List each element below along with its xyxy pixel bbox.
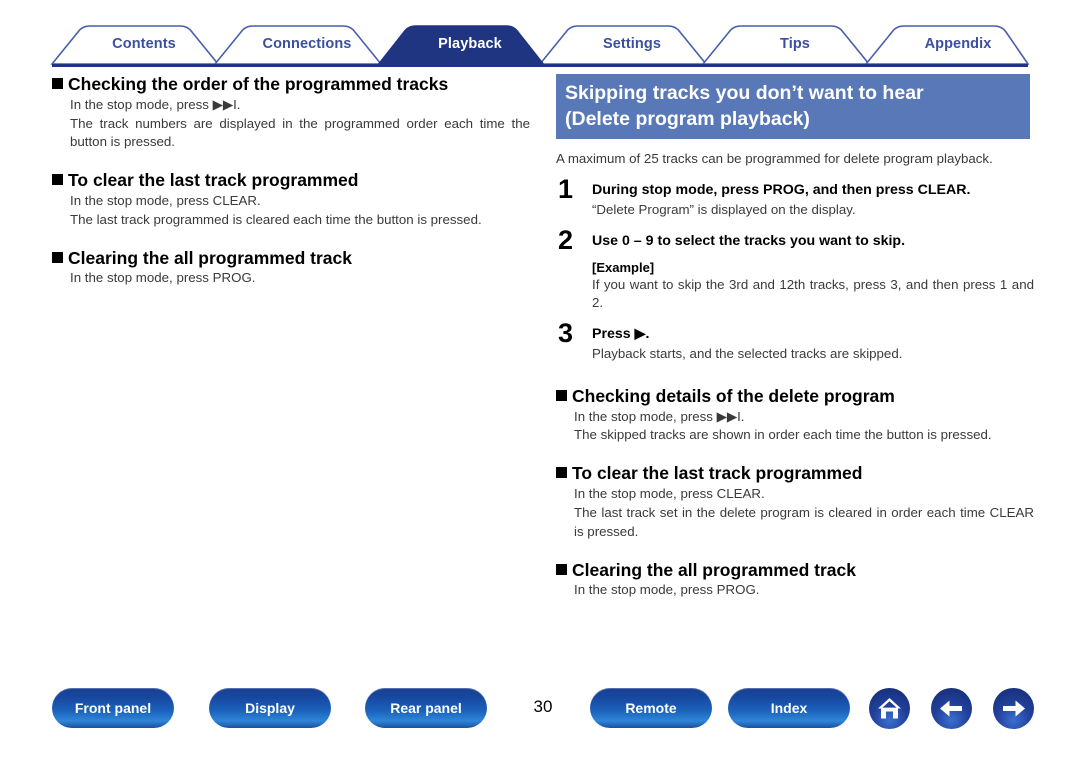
tab-bar: Contents Connections Playback Settings T… (0, 24, 1080, 66)
step-title: Use 0 – 9 to select the tracks you want … (592, 232, 906, 249)
section-body: In the stop mode, press ▶▶I. The skipped… (556, 408, 1034, 446)
front-panel-button[interactable]: Front panel (52, 688, 174, 728)
section-heading: Clearing the all programmed track (52, 248, 530, 269)
step-number: 3 (558, 318, 574, 349)
tab-playback[interactable]: Playback (404, 24, 536, 64)
body-line: In the stop mode, press ▶▶I. (70, 96, 241, 112)
step-number: 1 (558, 174, 574, 205)
section-heading: Clearing the all programmed track (556, 560, 1034, 581)
section-body: In the stop mode, press ▶▶I. The track n… (52, 96, 530, 153)
section-clear-last-track: To clear the last track programmed In th… (52, 170, 530, 229)
step-2: 2 Use 0 – 9 to select the tracks you wan… (556, 226, 1034, 314)
section-checking-order: Checking the order of the programmed tra… (52, 74, 530, 152)
arrow-left-icon[interactable] (931, 688, 972, 729)
section-heading-text: Clearing the all programmed track (68, 247, 352, 268)
body-line: In the stop mode, press CLEAR. (574, 485, 765, 501)
body-line: In the stop mode, press ▶▶I. (574, 408, 745, 424)
step-1: 1 During stop mode, press PROG, and then… (556, 176, 1034, 220)
section-heading-text: Checking the order of the programmed tra… (68, 74, 449, 94)
step-text: If you want to skip the 3rd and 12th tra… (592, 276, 1034, 311)
section-heading: Checking details of the delete program (556, 386, 1034, 407)
banner-line-2: (Delete program playback) (565, 108, 810, 131)
index-button[interactable]: Index (728, 688, 850, 728)
body-line: In the stop mode, press CLEAR. (70, 192, 261, 208)
square-bullet-icon (52, 174, 63, 186)
arrow-right-icon[interactable] (993, 688, 1034, 729)
footer-nav: Front panel Display Rear panel 30 Remote… (0, 688, 1080, 733)
square-bullet-icon (52, 78, 63, 89)
body-line: In the stop mode, press PROG. (574, 582, 760, 598)
step-number: 2 (558, 224, 574, 255)
banner-line-1: Skipping tracks you don’t want to hear (565, 82, 924, 104)
page-title-banner: Skipping tracks you don’t want to hear (… (556, 74, 1030, 140)
square-bullet-icon (556, 467, 567, 479)
section-heading-text: To clear the last track programmed (572, 463, 863, 484)
tab-appendix[interactable]: Appendix (892, 24, 1024, 64)
section-heading: To clear the last track programmed (556, 463, 1034, 484)
body-line: The track numbers are displayed in the p… (70, 115, 530, 150)
step-text: Playback starts, and the selected tracks… (592, 346, 903, 361)
left-column: Checking the order of the programmed tra… (52, 74, 530, 302)
body-line: The last track set in the delete program… (574, 504, 1034, 539)
body-line: The last track programmed is cleared eac… (70, 211, 482, 227)
step-text: “Delete Program” is displayed on the dis… (592, 201, 856, 217)
section-checking-delete-program: Checking details of the delete program I… (556, 386, 1034, 445)
tab-settings[interactable]: Settings (566, 24, 698, 64)
section-heading-text: Checking details of the delete program (572, 385, 895, 406)
section-body: In the stop mode, press CLEAR. The last … (52, 192, 530, 230)
tab-tips[interactable]: Tips (729, 24, 861, 64)
body-line: In the stop mode, press PROG. (70, 270, 256, 286)
section-clear-all-tracks: Clearing the all programmed track In the… (52, 248, 530, 289)
section-heading-text: Clearing the all programmed track (572, 559, 856, 580)
square-bullet-icon (556, 563, 567, 575)
tab-contents[interactable]: Contents (78, 24, 210, 64)
section-heading-text: To clear the last track programmed (68, 170, 359, 191)
body-line: The skipped tracks are shown in order ea… (574, 427, 992, 443)
section-heading: To clear the last track programmed (52, 170, 530, 191)
right-column: Skipping tracks you don’t want to hear (… (556, 74, 1034, 614)
section-body: In the stop mode, press PROG. (556, 581, 1034, 600)
step-title: Press ▶. (592, 326, 650, 343)
section-clear-all-tracks-right: Clearing the all programmed track In the… (556, 560, 1034, 601)
tab-bottom-rule (52, 64, 1028, 67)
page-number: 30 (533, 697, 553, 716)
tab-connections[interactable]: Connections (241, 24, 373, 64)
intro-text: A maximum of 25 tracks can be programmed… (556, 151, 993, 167)
remote-button[interactable]: Remote (590, 688, 712, 728)
step-3: 3 Press ▶. Playback starts, and the sele… (556, 320, 1034, 364)
display-button[interactable]: Display (209, 688, 331, 728)
example-label: [Example] (592, 259, 655, 275)
section-body: In the stop mode, press PROG. (52, 269, 530, 288)
square-bullet-icon (52, 251, 63, 263)
section-body: In the stop mode, press CLEAR. The last … (556, 485, 1034, 542)
section-heading: Checking the order of the programmed tra… (52, 74, 530, 95)
section-clear-last-track-right: To clear the last track programmed In th… (556, 463, 1034, 541)
step-title: During stop mode, press PROG, and then p… (592, 182, 971, 199)
rear-panel-button[interactable]: Rear panel (365, 688, 487, 728)
square-bullet-icon (556, 389, 567, 401)
home-icon[interactable] (869, 688, 910, 729)
